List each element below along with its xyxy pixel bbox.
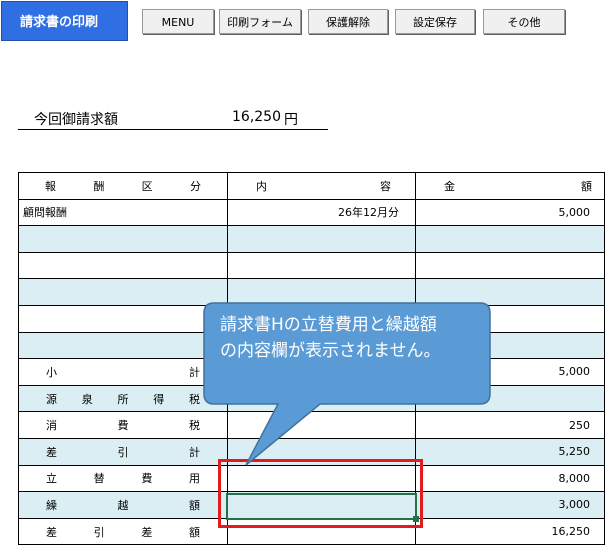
callout-bubble	[203, 302, 491, 466]
callout-text: 請求書Hの立替費用と繰越額 の内容欄が表示されません。	[208, 312, 500, 364]
callout-line-2: の内容欄が表示されません。	[220, 341, 441, 361]
callout-line-1: 請求書Hの立替費用と繰越額	[220, 315, 437, 335]
